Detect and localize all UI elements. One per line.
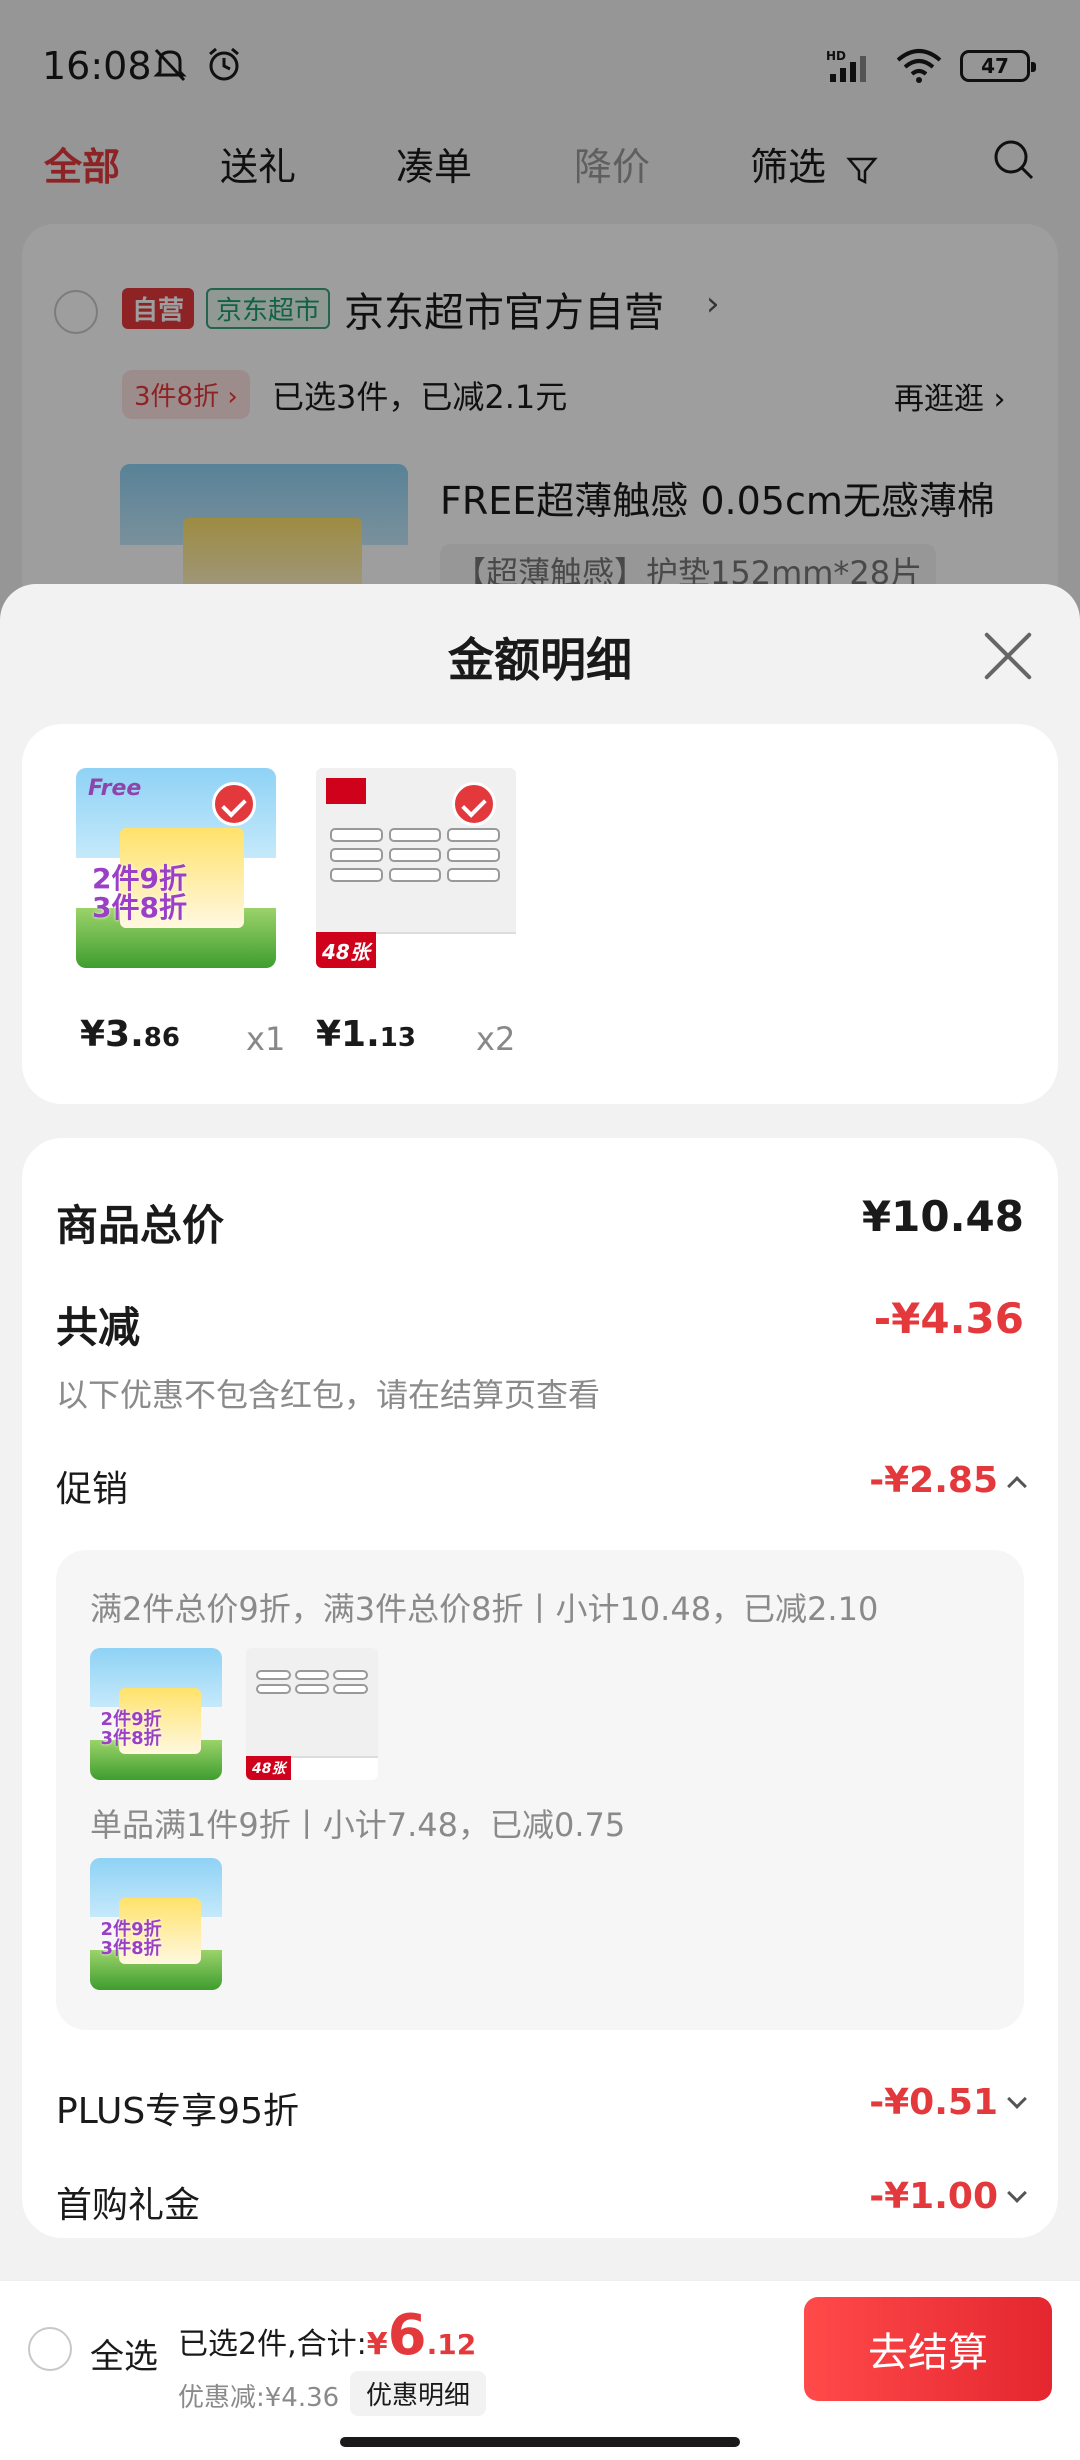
total-value: ¥10.48 [861, 1192, 1024, 1241]
promo-details: 满2件总价9折，满3件总价8折丨小计10.48，已减2.10 2件9折 3件8折 … [56, 1550, 1024, 2030]
discount-note: 以下优惠不包含红包，请在结算页查看 [56, 1376, 601, 1414]
pad-logo: Free [88, 776, 142, 801]
promo-thumb-pad: 2件9折 3件8折 [90, 1648, 222, 1780]
item-price: ¥3.86 [80, 1014, 180, 1055]
item-checked-icon[interactable] [452, 782, 496, 826]
first-purchase-toggle[interactable]: -¥1.00 [869, 2176, 1027, 2217]
sheet-title: 金额明细 [448, 633, 632, 687]
discount-label: 共减 [56, 1303, 141, 1352]
promo-rule-2: 单品满1件9折丨小计7.48，已减0.75 [90, 1806, 626, 1844]
first-purchase-value: -¥1.00 [869, 2176, 998, 2217]
item-qty: x2 [476, 1020, 516, 1058]
item-qty: x1 [246, 1020, 286, 1058]
promo-label: 促销 [56, 1469, 129, 1510]
promo-value: -¥2.85 [869, 1460, 998, 1501]
chevron-down-icon [1007, 2089, 1027, 2109]
discount-detail-button[interactable]: 优惠明细 [350, 2371, 487, 2416]
pad-promo-text: 2件9折 3件8折 [100, 1919, 162, 1960]
plus-value: -¥0.51 [869, 2082, 998, 2123]
selected-items-box: Free 2件9折 3件8折 ¥3.86 x1 48张 ¥1.13 x2 [22, 724, 1058, 1104]
select-all-radio[interactable] [28, 2327, 72, 2371]
select-all-label[interactable]: 全选 [90, 2329, 158, 2378]
checkout-bar: 全选 已选2件,合计:¥6.12 优惠减:¥4.36 优惠明细 去结算 [0, 2280, 1080, 2460]
item-checked-icon[interactable] [212, 782, 256, 826]
pad-promo-text: 2件9折 3件8折 [92, 862, 187, 925]
chevron-down-icon [1007, 2183, 1027, 2203]
promo-toggle[interactable]: -¥2.85 [869, 1460, 1027, 1501]
close-icon[interactable] [980, 628, 1036, 684]
saved-text: 优惠减:¥4.36 [178, 2383, 340, 2413]
plus-toggle[interactable]: -¥0.51 [869, 2082, 1027, 2123]
plus-label: PLUS专享95折 [56, 2091, 299, 2132]
promo-thumb-label: 48张 [246, 1648, 378, 1780]
label-count: 48张 [316, 932, 376, 968]
chevron-up-icon [1007, 1476, 1027, 1496]
amount-detail-sheet: 金额明细 Free 2件9折 3件8折 ¥3.86 x1 48张 ¥1.13 x2… [0, 584, 1080, 2460]
breakdown-box: 商品总价 ¥10.48 共减 -¥4.36 以下优惠不包含红包，请在结算页查看 … [22, 1138, 1058, 2238]
promo-rule-1: 满2件总价9折，满3件总价8折丨小计10.48，已减2.10 [90, 1590, 879, 1628]
home-indicator[interactable] [340, 2437, 740, 2447]
pad-promo-text: 2件9折 3件8折 [100, 1709, 162, 1750]
item-price: ¥1.13 [316, 1014, 416, 1055]
total-integer: 6 [387, 2303, 427, 2368]
total-label: 商品总价 [56, 1201, 225, 1250]
first-purchase-label: 首购礼金 [56, 2185, 201, 2226]
selected-total: 已选2件,合计:¥6.12 [178, 2303, 476, 2368]
selected-text: 已选2件,合计: [178, 2327, 367, 2362]
label-count: 48张 [246, 1756, 292, 1780]
total-decimal: .12 [426, 2328, 477, 2361]
promo-thumb-pad: 2件9折 3件8折 [90, 1858, 222, 1990]
discount-value: -¥4.36 [873, 1294, 1024, 1343]
checkout-button[interactable]: 去结算 [804, 2297, 1052, 2401]
currency-symbol: ¥ [366, 2327, 388, 2362]
